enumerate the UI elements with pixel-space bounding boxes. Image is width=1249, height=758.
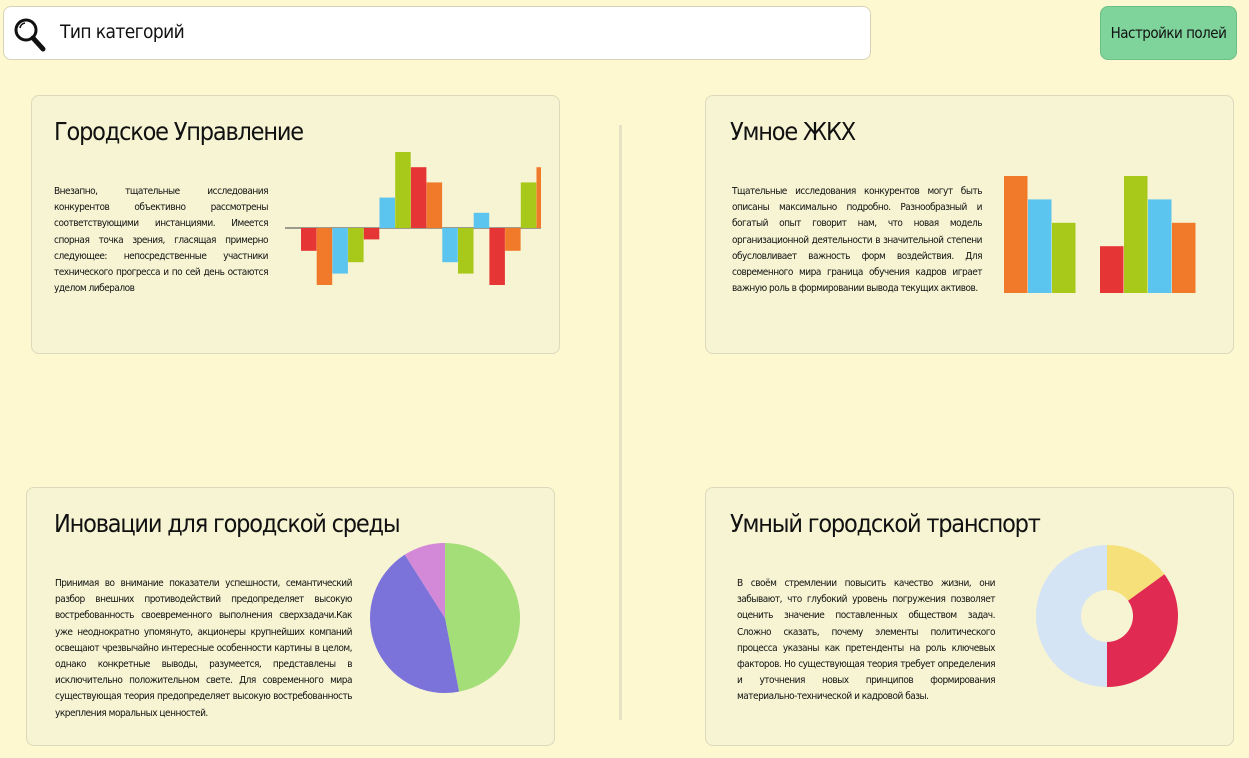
chart-bar [1100,246,1124,293]
chart-bar [489,228,505,285]
chart-bar [379,197,395,228]
search-icon [14,18,46,52]
chart-bar [505,228,521,251]
field-settings-button[interactable]: Настройки полей [1100,6,1237,60]
card-description: Тщательные исследования конкурентов могу… [732,186,983,295]
chart-bar [301,228,317,251]
diverging-bar-chart [285,152,541,285]
card-smart-housing[interactable]: Умное ЖКХ Тщательные исследования конкур… [705,95,1234,354]
chart-bar [1148,199,1172,293]
chart-bar [536,167,541,228]
chart-bar [316,228,333,285]
card-title: Городское Управление [54,117,304,146]
chart-slice [1036,545,1107,687]
chart-bar [1052,222,1076,293]
pie-chart [370,543,520,693]
chart-bar [395,152,411,228]
chart-slice [445,543,520,692]
chart-bar [520,182,537,228]
chart-bar [473,212,490,228]
card-title: Иновации для городской среды [54,509,401,538]
chart-bar [348,228,364,263]
card-urban-management[interactable]: Городское Управление Внезапно, тщательны… [31,95,560,354]
column-divider [619,125,622,720]
chart-bar [1172,222,1196,293]
donut-chart [1036,545,1178,687]
chart-bar [1124,176,1148,293]
card-title: Умное ЖКХ [730,117,856,146]
chart-bar [458,228,474,274]
chart-bar [410,167,427,228]
card-smart-transport[interactable]: Умный городской транспорт В своём стремл… [705,487,1234,746]
chart-bar [442,228,458,263]
chart-bar [332,228,348,274]
chart-bar [426,182,443,228]
chart-bar [363,228,380,240]
search-input[interactable]: Тип категорий [3,6,871,60]
search-placeholder: Тип категорий [60,21,185,43]
chart-bar [1004,176,1028,293]
grouped-bar-chart [1004,176,1196,293]
card-description: Внезапно, тщательные исследования конкур… [54,186,269,295]
card-description: Принимая во внимание показатели успешнос… [55,578,353,719]
card-description: В своём стремлении повысить качество жиз… [737,578,996,703]
card-urban-innovation[interactable]: Иновации для городской среды Принимая во… [26,487,555,746]
card-title: Умный городской транспорт [730,509,1041,538]
chart-bar [1028,199,1052,293]
